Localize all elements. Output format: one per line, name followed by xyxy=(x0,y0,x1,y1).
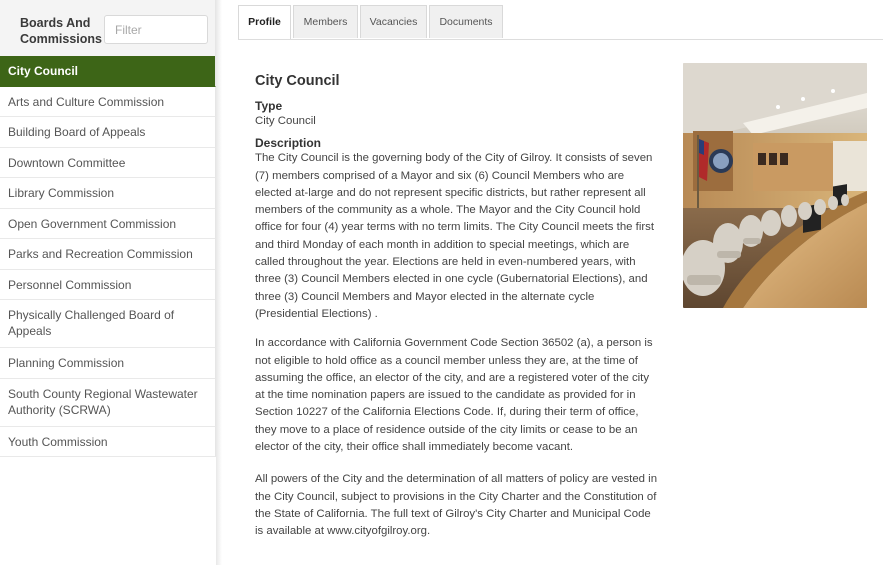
sidebar: Boards And Commissions City Council Arts… xyxy=(0,0,216,565)
type-value: City Council xyxy=(255,115,316,127)
sidebar-item-open-government-commission[interactable]: Open Government Commission xyxy=(0,208,216,239)
tab-documents[interactable]: Documents xyxy=(429,5,503,38)
sidebar-item-library-commission[interactable]: Library Commission xyxy=(0,178,216,209)
sidebar-divider xyxy=(216,0,222,565)
profile-content: City Council Type City Council Descripti… xyxy=(255,72,660,553)
sidebar-item-city-council[interactable]: City Council xyxy=(0,56,216,87)
sidebar-item-south-county-regional-wastewater-authority[interactable]: South County Regional Wastewater Authori… xyxy=(0,378,216,427)
description-paragraph: In accordance with California Government… xyxy=(255,337,653,454)
sidebar-item-downtown-committee[interactable]: Downtown Committee xyxy=(0,147,216,178)
sidebar-item-planning-commission[interactable]: Planning Commission xyxy=(0,348,216,379)
type-label: Type xyxy=(255,99,283,113)
commission-list: City Council Arts and Culture Commission… xyxy=(0,56,216,457)
sidebar-item-youth-commission[interactable]: Youth Commission xyxy=(0,426,216,457)
description-paragraph: The City Council is the governing body o… xyxy=(255,152,655,320)
council-chamber-photo xyxy=(683,63,867,308)
tab-vacancies[interactable]: Vacancies xyxy=(360,5,427,38)
sidebar-item-physically-challenged-board-of-appeals[interactable]: Physically Challenged Board of Appeals xyxy=(0,300,216,348)
tab-bar: Profile Members Vacancies Documents xyxy=(238,5,883,40)
description-label: Description xyxy=(255,136,322,151)
tab-members[interactable]: Members xyxy=(293,5,358,38)
sidebar-item-building-board-of-appeals[interactable]: Building Board of Appeals xyxy=(0,117,216,148)
tab-profile[interactable]: Profile xyxy=(238,5,291,39)
page-title: City Council xyxy=(255,73,340,89)
sidebar-item-parks-and-recreation-commission[interactable]: Parks and Recreation Commission xyxy=(0,239,216,270)
sidebar-header: Boards And Commissions xyxy=(0,0,216,56)
sidebar-item-arts-and-culture-commission[interactable]: Arts and Culture Commission xyxy=(0,86,216,117)
description-paragraph: All powers of the City and the determina… xyxy=(255,473,658,538)
sidebar-item-personnel-commission[interactable]: Personnel Commission xyxy=(0,269,216,300)
filter-input[interactable] xyxy=(104,15,208,44)
sidebar-title: Boards And Commissions xyxy=(20,16,102,46)
